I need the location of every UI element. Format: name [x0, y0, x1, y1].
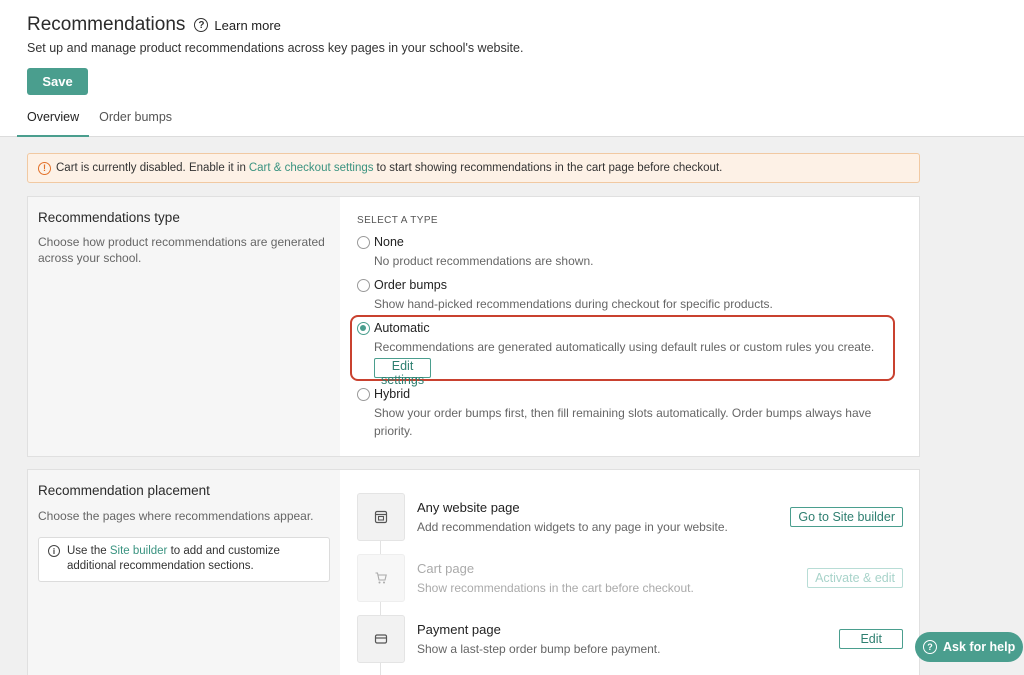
- tab-overview[interactable]: Overview: [17, 110, 90, 137]
- section-description: Choose how product recommendations are g…: [38, 235, 325, 265]
- page-header: Recommendations ? Learn more Set up and …: [0, 0, 1024, 137]
- section-title: Recommendation placement: [38, 483, 210, 498]
- radio-hybrid[interactable]: [357, 388, 370, 401]
- info-text-before: Use the: [67, 545, 107, 557]
- radio-order-bumps[interactable]: [357, 279, 370, 292]
- placement-payment-page: Payment page Show a last-step order bump…: [357, 615, 903, 663]
- ask-for-help-button[interactable]: ? Ask for help: [915, 632, 1023, 662]
- option-label: Hybrid: [374, 387, 411, 401]
- cart-icon: [357, 554, 405, 602]
- site-builder-info: i Use the Site builder to add and custom…: [38, 537, 330, 582]
- recommendation-placement-card: Recommendation placement Choose the page…: [27, 469, 920, 675]
- option-description: Recommendations are generated automatica…: [374, 340, 875, 354]
- radio-automatic[interactable]: [357, 322, 370, 335]
- info-circle-icon: i: [48, 545, 60, 557]
- page-name: Cart page: [417, 561, 475, 576]
- option-label: Order bumps: [374, 278, 447, 292]
- cart-disabled-alert: ! Cart is currently disabled. Enable it …: [27, 153, 920, 183]
- page-title: Recommendations: [27, 14, 186, 35]
- select-type-label: SELECT A TYPE: [357, 215, 438, 226]
- question-circle-icon: ?: [923, 640, 937, 654]
- option-description: Show your order bumps first, then fill r…: [374, 406, 872, 438]
- page-description: Show recommendations in the cart before …: [417, 581, 694, 595]
- webpage-icon: [357, 493, 405, 541]
- option-description: No product recommendations are shown.: [374, 254, 594, 268]
- cart-checkout-settings-link[interactable]: Cart & checkout settings: [249, 162, 374, 174]
- site-builder-link[interactable]: Site builder: [110, 545, 168, 557]
- card-sidebar: Recommendations type Choose how product …: [28, 197, 340, 456]
- placement-cart-page: Cart page Show recommendations in the ca…: [357, 554, 903, 602]
- credit-card-icon: [357, 615, 405, 663]
- page-name: Any website page: [417, 500, 520, 515]
- question-circle-icon[interactable]: ?: [194, 18, 209, 32]
- ask-for-help-label: Ask for help: [943, 640, 1016, 654]
- go-to-site-builder-button[interactable]: Go to Site builder: [790, 507, 903, 527]
- section-description: Choose the pages where recommendations a…: [38, 509, 314, 523]
- activate-edit-button[interactable]: Activate & edit: [807, 568, 903, 588]
- page-subtitle: Set up and manage product recommendation…: [27, 41, 524, 55]
- edit-settings-button[interactable]: Edit settings: [374, 358, 432, 387]
- option-label: Automatic: [374, 321, 430, 335]
- option-description: Show hand-picked recommendations during …: [374, 297, 773, 311]
- alert-text-after: to start showing recommendations in the …: [376, 162, 723, 174]
- card-sidebar: Recommendation placement Choose the page…: [28, 470, 340, 675]
- page-description: Add recommendation widgets to any page i…: [417, 520, 728, 534]
- placement-any-website-page: Any website page Add recommendation widg…: [357, 493, 903, 541]
- page-description: Show a last-step order bump before payme…: [417, 642, 661, 656]
- tab-bar: Overview Order bumps: [17, 110, 182, 137]
- radio-none[interactable]: [357, 236, 370, 249]
- title-row: Recommendations ? Learn more: [27, 14, 281, 36]
- recommendations-type-card: Recommendations type Choose how product …: [27, 196, 920, 457]
- section-title: Recommendations type: [38, 210, 180, 225]
- page-name: Payment page: [417, 622, 501, 637]
- edit-payment-button[interactable]: Edit: [839, 629, 903, 649]
- option-label: None: [374, 235, 404, 249]
- learn-more-link[interactable]: Learn more: [214, 18, 280, 33]
- save-button[interactable]: Save: [27, 68, 88, 95]
- alert-text-before: Cart is currently disabled. Enable it in: [56, 162, 246, 174]
- alert-circle-icon: !: [38, 161, 51, 175]
- tab-order-bumps[interactable]: Order bumps: [89, 110, 182, 137]
